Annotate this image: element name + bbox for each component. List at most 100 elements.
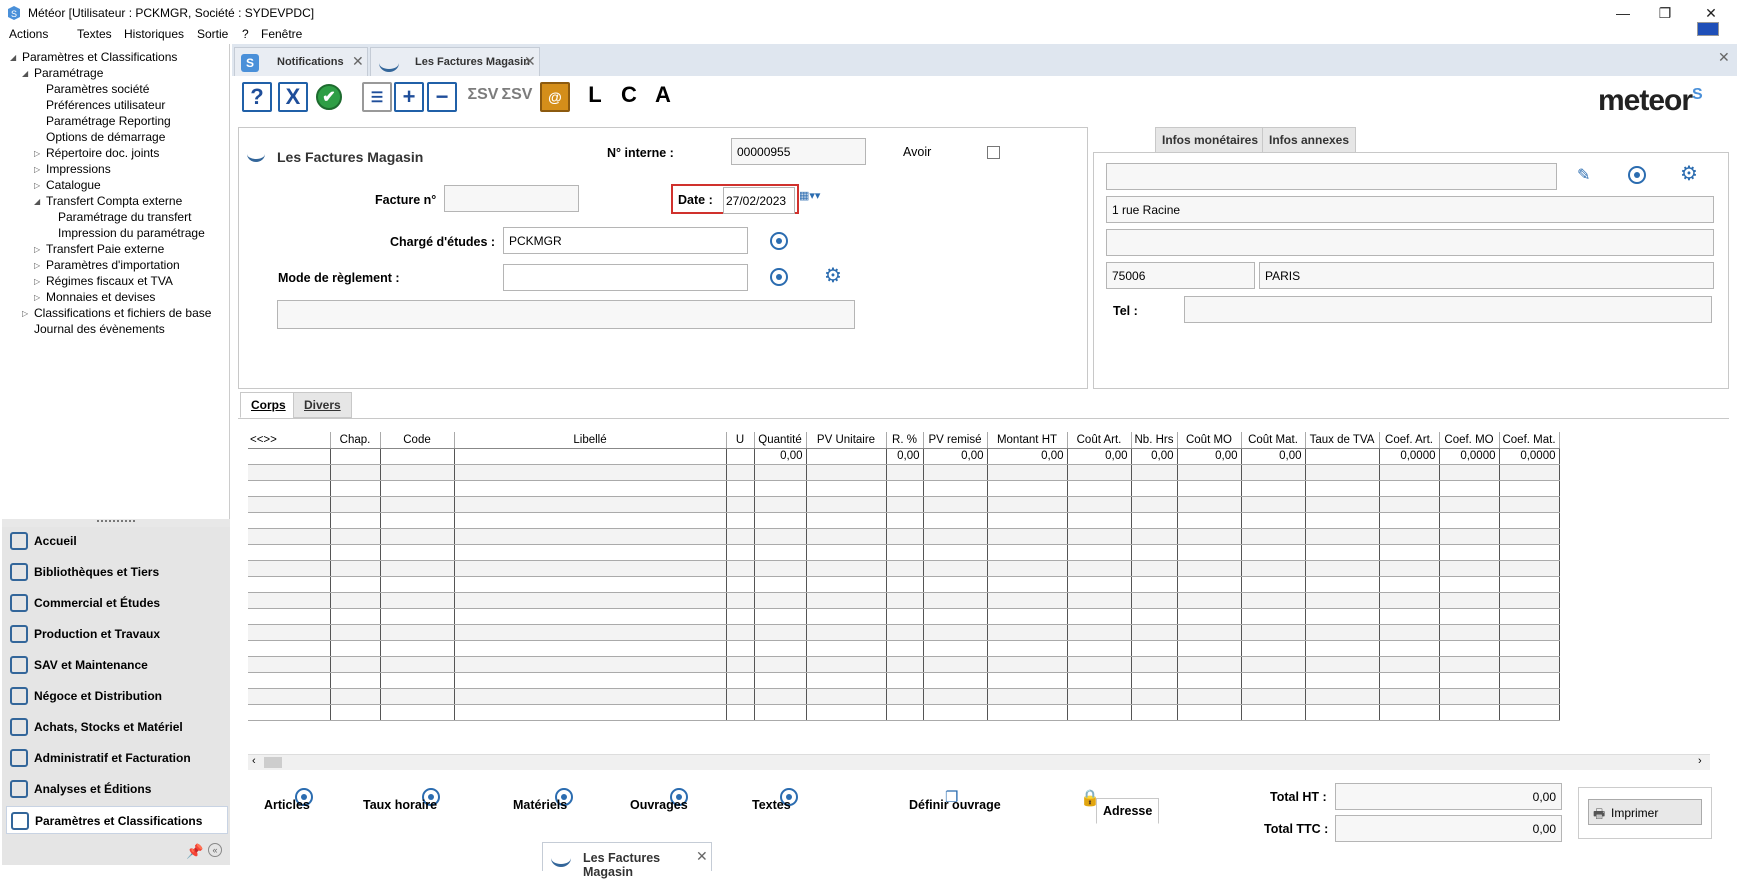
grid-cell[interactable] — [1241, 480, 1306, 497]
grid-cell[interactable] — [330, 448, 381, 465]
grid-cell[interactable] — [806, 656, 887, 673]
grid-cell[interactable] — [1067, 512, 1132, 529]
avoir-checkbox[interactable] — [987, 146, 1000, 159]
scroll-left-icon[interactable]: ‹ — [252, 755, 256, 767]
grid-cell[interactable] — [1241, 608, 1306, 625]
grid-column-header[interactable]: U — [726, 432, 755, 449]
tree-expander-icon[interactable]: ▷ — [34, 149, 40, 158]
grid-cell[interactable] — [454, 544, 727, 561]
grid-cell[interactable] — [987, 464, 1068, 481]
grid-cell[interactable] — [726, 592, 755, 609]
grid-cell[interactable] — [1305, 496, 1380, 513]
grid-cell[interactable] — [886, 464, 924, 481]
grid-cell[interactable] — [1241, 592, 1306, 609]
grid-cell[interactable] — [248, 464, 331, 481]
menu-actions[interactable]: Actions — [9, 27, 48, 41]
grid-cell[interactable] — [1499, 512, 1560, 529]
tree-expander-icon[interactable]: ▷ — [34, 277, 40, 286]
tree-item[interactable]: Paramétrage Reporting — [46, 114, 171, 128]
grid-cell[interactable] — [1305, 624, 1380, 641]
grid-cell[interactable] — [454, 480, 727, 497]
grid-cell[interactable] — [248, 672, 331, 689]
grid-cell[interactable] — [1131, 512, 1178, 529]
grid-cell[interactable] — [987, 608, 1068, 625]
grid-cell[interactable] — [754, 640, 807, 657]
grid-cell[interactable]: 0,00 — [886, 448, 924, 465]
grid-cell[interactable] — [754, 560, 807, 577]
add-line-c-button[interactable]: C — [614, 82, 644, 112]
grid-column-header[interactable]: PV Unitaire — [806, 432, 887, 449]
grid-cell[interactable] — [754, 528, 807, 545]
tree-item[interactable]: Transfert Compta externe — [46, 194, 182, 208]
grid-cell[interactable] — [806, 528, 887, 545]
grid-cell[interactable] — [1379, 528, 1440, 545]
grid-cell[interactable] — [380, 544, 455, 561]
tree-item[interactable]: Répertoire doc. joints — [46, 146, 159, 160]
grid-cell[interactable] — [1131, 672, 1178, 689]
grid-cell[interactable] — [806, 640, 887, 657]
grid-cell[interactable] — [1379, 544, 1440, 561]
table-row[interactable] — [248, 608, 1560, 625]
grid-cell[interactable] — [754, 656, 807, 673]
grid-cell[interactable] — [726, 640, 755, 657]
remove-button[interactable]: − — [427, 82, 457, 112]
grid-cell[interactable] — [1241, 464, 1306, 481]
pin-icon[interactable]: 📌 — [186, 843, 203, 860]
grid-cell[interactable] — [454, 464, 727, 481]
grid-cell[interactable] — [1067, 640, 1132, 657]
grid-cell[interactable] — [806, 672, 887, 689]
grid-cell[interactable] — [1499, 544, 1560, 561]
table-row[interactable] — [248, 672, 1560, 689]
panel-splitter[interactable] — [2, 519, 230, 527]
grid-cell[interactable] — [1305, 480, 1380, 497]
grid-cell[interactable] — [1379, 496, 1440, 513]
tree-item[interactable]: Paramètres société — [46, 82, 149, 96]
grid-cell[interactable] — [380, 496, 455, 513]
facture-field[interactable] — [444, 185, 579, 212]
grid-cell[interactable] — [923, 656, 988, 673]
grid-cell[interactable] — [1305, 544, 1380, 561]
grid-cell[interactable] — [454, 624, 727, 641]
definir-ouvrage-button[interactable]: Définir ouvrage — [909, 798, 1001, 812]
grid-cell[interactable] — [248, 576, 331, 593]
nav-section[interactable]: Analyses et Éditions — [6, 775, 228, 803]
grid-cell[interactable] — [1499, 464, 1560, 481]
grid-column-header[interactable]: Coef. MO — [1439, 432, 1500, 449]
grid-cell[interactable] — [1177, 496, 1242, 513]
grid-cell[interactable] — [330, 688, 381, 705]
grid-cell[interactable] — [1499, 624, 1560, 641]
grid-cell[interactable] — [987, 672, 1068, 689]
menu-textes[interactable]: Textes — [77, 27, 112, 41]
grid-cell[interactable] — [1177, 512, 1242, 529]
grid-cell[interactable] — [1379, 576, 1440, 593]
grid-cell[interactable] — [248, 608, 331, 625]
grid-cell[interactable] — [886, 512, 924, 529]
grid-cell[interactable] — [330, 672, 381, 689]
grid-cell[interactable] — [987, 496, 1068, 513]
grid-cell[interactable] — [726, 528, 755, 545]
grid-cell[interactable] — [726, 672, 755, 689]
grid-cell[interactable] — [754, 576, 807, 593]
grid-cell[interactable] — [454, 576, 727, 593]
grid-cell[interactable] — [923, 576, 988, 593]
grid-cell[interactable] — [1379, 480, 1440, 497]
tree-item[interactable]: Paramétrage du transfert — [58, 210, 191, 224]
grid-cell[interactable]: 0,00 — [1067, 448, 1132, 465]
grid-cell[interactable] — [987, 656, 1068, 673]
grid-cell[interactable] — [987, 592, 1068, 609]
scroll-thumb[interactable] — [264, 757, 282, 768]
grid-cell[interactable] — [754, 496, 807, 513]
table-row[interactable] — [248, 496, 1560, 513]
articles-button[interactable]: Articles — [264, 798, 310, 812]
grid-cell[interactable] — [1439, 672, 1500, 689]
grid-cell[interactable] — [1241, 512, 1306, 529]
grid-cell[interactable] — [1131, 576, 1178, 593]
grid-cell[interactable] — [1379, 608, 1440, 625]
grid-cell[interactable] — [987, 480, 1068, 497]
grid-cell[interactable] — [1131, 528, 1178, 545]
tree-expander-icon[interactable]: ◢ — [10, 53, 16, 62]
table-row[interactable] — [248, 528, 1560, 545]
grid-cell[interactable] — [806, 704, 887, 721]
grid-cell[interactable] — [726, 496, 755, 513]
grid-cell[interactable] — [1241, 528, 1306, 545]
